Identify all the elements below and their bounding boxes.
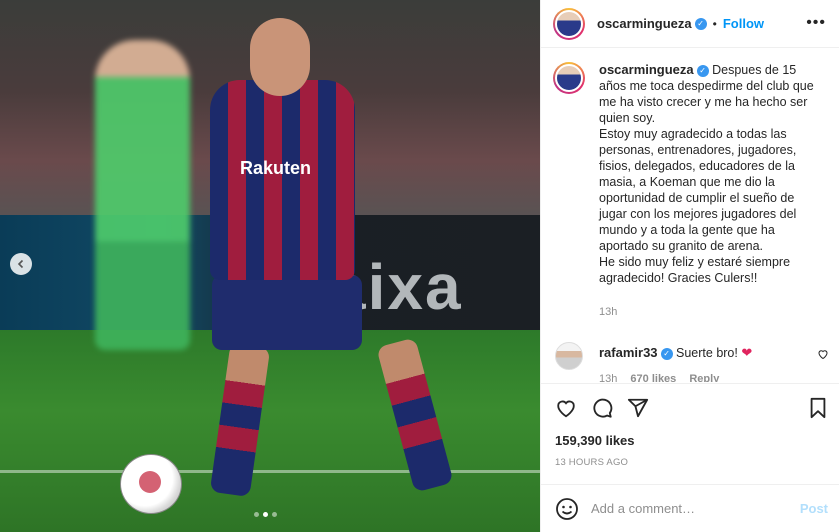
caption-line-2: Estoy muy agradecido a todas las persona…	[599, 127, 797, 253]
verified-badge-icon: ✓	[660, 347, 673, 360]
carousel-dot	[272, 512, 277, 517]
goalkeeper-figure	[95, 40, 190, 350]
carousel-dot-active	[263, 512, 268, 517]
verified-badge-icon: ✓	[696, 64, 709, 77]
caption: oscarmingueza ✓ Despues de 15 años me toc…	[553, 62, 833, 286]
caption-username[interactable]: oscarmingueza	[599, 62, 694, 77]
shirt-sponsor: Rakuten	[240, 158, 312, 178]
caption-timestamp: 13h	[599, 306, 618, 318]
post-photo[interactable]: aixa Rakuten	[0, 0, 540, 532]
chevron-left-icon	[17, 259, 24, 269]
comment-meta: 13h 670 likes Reply	[599, 373, 729, 382]
instagram-post: aixa Rakuten oscarmingueza ✓ • Follow ••…	[0, 0, 839, 532]
pitch-line	[0, 470, 540, 473]
carousel-dot	[254, 512, 259, 517]
post-header: oscarmingueza ✓ • Follow •••	[541, 0, 839, 48]
action-bar	[541, 383, 839, 433]
post-comment-button[interactable]: Post	[800, 501, 828, 516]
emoji-smile-icon[interactable]	[555, 497, 579, 521]
red-heart-emoji: ❤	[741, 345, 753, 360]
avatar-image	[555, 64, 583, 92]
author-avatar[interactable]	[553, 7, 585, 40]
carousel-dots	[254, 512, 277, 517]
verified-badge-icon: ✓	[694, 17, 707, 30]
player-shirt	[210, 80, 355, 280]
comments-section[interactable]: oscarmingueza ✓ Despues de 15 años me toc…	[541, 49, 839, 382]
comment-text: Suerte bro!	[672, 346, 742, 360]
player-head	[250, 18, 310, 96]
commenter-avatar[interactable]	[555, 342, 583, 370]
commenter-username[interactable]: rafamir33	[599, 345, 658, 360]
comment-body: rafamir33 ✓ Suerte bro! ❤	[599, 345, 752, 361]
likes-count[interactable]: 159,390 likes	[555, 433, 635, 448]
comment-time: 13h	[599, 373, 618, 382]
caption-line-3: He sido muy feliz y estaré siempre agrad…	[599, 255, 791, 285]
post-date[interactable]: 13 HOURS AGO	[555, 457, 628, 468]
pitch	[0, 330, 540, 532]
carousel-prev-button[interactable]	[10, 253, 32, 275]
save-bookmark-icon[interactable]	[806, 396, 830, 420]
reply-button[interactable]: Reply	[689, 373, 719, 382]
player-shorts	[212, 275, 362, 350]
dot-separator: •	[712, 16, 717, 31]
football	[120, 454, 182, 514]
avatar-image	[555, 9, 583, 38]
comment-like-heart-icon[interactable]	[817, 348, 829, 363]
share-send-icon[interactable]	[626, 396, 650, 420]
caption-avatar[interactable]	[553, 62, 585, 94]
comment-bubble-icon[interactable]	[590, 396, 614, 420]
caption-text: oscarmingueza ✓ Despues de 15 años me toc…	[599, 62, 819, 286]
author-username[interactable]: oscarmingueza	[597, 16, 692, 31]
follow-button[interactable]: Follow	[723, 16, 764, 31]
more-options-icon[interactable]: •••	[806, 14, 826, 32]
add-comment-bar: Post	[541, 484, 839, 532]
comment-likes[interactable]: 670 likes	[630, 373, 676, 382]
like-heart-icon[interactable]	[554, 396, 578, 420]
add-comment-input[interactable]	[591, 501, 781, 516]
post-sidebar: oscarmingueza ✓ • Follow ••• oscarmingue…	[540, 0, 839, 532]
